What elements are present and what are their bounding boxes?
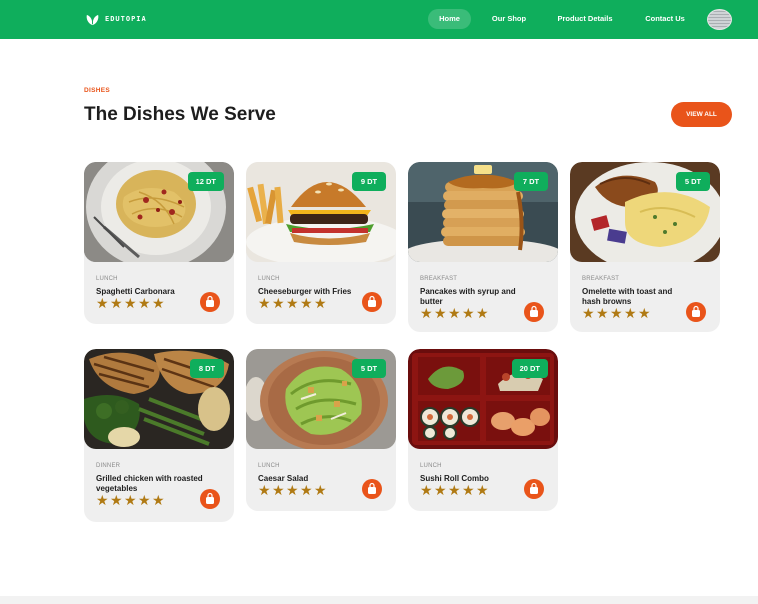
star-icon: ★ <box>152 492 165 508</box>
dish-category: LUNCH <box>96 276 118 282</box>
star-icon: ★ <box>138 492 151 508</box>
price-badge: 12 DT <box>187 172 224 191</box>
star-icon: ★ <box>286 482 299 498</box>
star-rating: ★ ★ ★ ★ ★ <box>96 492 165 508</box>
nav-contact-us[interactable]: Contact Us <box>640 9 690 29</box>
shopping-bag-icon <box>206 295 214 307</box>
top-navbar: EDUTOPIA Home Our Shop Product Details C… <box>0 0 758 39</box>
price-badge: 8 DT <box>190 359 224 378</box>
star-icon: ★ <box>258 295 271 311</box>
dish-category: DINNER <box>96 463 121 469</box>
add-to-cart-button[interactable] <box>200 292 220 312</box>
star-icon: ★ <box>124 492 137 508</box>
star-icon: ★ <box>476 305 489 321</box>
nav-our-shop[interactable]: Our Shop <box>486 9 532 29</box>
star-rating: ★ ★ ★ ★ ★ <box>582 305 651 321</box>
brand-name: EDUTOPIA <box>105 15 147 23</box>
star-rating: ★ ★ ★ ★ ★ <box>96 295 165 311</box>
dish-category: LUNCH <box>258 463 280 469</box>
section-label: DISHES <box>84 87 111 94</box>
star-icon: ★ <box>462 305 475 321</box>
star-rating: ★ ★ ★ ★ ★ <box>258 482 327 498</box>
shopping-bag-icon <box>368 482 376 494</box>
shopping-bag-icon <box>206 492 214 504</box>
star-icon: ★ <box>286 295 299 311</box>
star-rating: ★ ★ ★ ★ ★ <box>420 305 489 321</box>
add-to-cart-button[interactable] <box>686 302 706 322</box>
page-title: The Dishes We Serve <box>84 104 276 125</box>
dish-card[interactable]: 9 DT LUNCH Cheeseburger with Fries ★ ★ ★… <box>246 162 396 324</box>
price-badge: 5 DT <box>352 359 386 378</box>
add-to-cart-button[interactable] <box>362 479 382 499</box>
add-to-cart-button[interactable] <box>200 489 220 509</box>
dish-category: LUNCH <box>258 276 280 282</box>
dish-card[interactable]: 12 DT LUNCH Spaghetti Carbonara ★ ★ ★ ★ … <box>84 162 234 324</box>
star-icon: ★ <box>448 305 461 321</box>
add-to-cart-button[interactable] <box>524 302 544 322</box>
nav-home[interactable]: Home <box>428 9 471 29</box>
star-icon: ★ <box>138 295 151 311</box>
star-icon: ★ <box>300 295 313 311</box>
dish-name: Pancakes with syrup and butter <box>420 287 516 306</box>
add-to-cart-button[interactable] <box>362 292 382 312</box>
star-icon: ★ <box>476 482 489 498</box>
star-icon: ★ <box>462 482 475 498</box>
price-badge: 5 DT <box>676 172 710 191</box>
star-icon: ★ <box>448 482 461 498</box>
leaf-logo-icon <box>86 14 99 25</box>
dish-category: LUNCH <box>420 463 442 469</box>
star-icon: ★ <box>124 295 137 311</box>
star-icon: ★ <box>96 295 109 311</box>
star-icon: ★ <box>596 305 609 321</box>
nav-product-details[interactable]: Product Details <box>551 9 619 29</box>
price-badge: 20 DT <box>511 359 548 378</box>
star-icon: ★ <box>258 482 271 498</box>
shopping-bag-icon <box>368 295 376 307</box>
brand-logo[interactable]: EDUTOPIA <box>85 11 147 27</box>
star-icon: ★ <box>300 482 313 498</box>
add-to-cart-button[interactable] <box>524 479 544 499</box>
dish-card[interactable]: 8 DT DINNER Grilled chicken with roasted… <box>84 349 234 522</box>
star-icon: ★ <box>638 305 651 321</box>
shopping-bag-icon <box>692 305 700 317</box>
star-icon: ★ <box>420 305 433 321</box>
dish-category: BREAKFAST <box>582 276 620 282</box>
star-icon: ★ <box>420 482 433 498</box>
dish-name: Omelette with toast and hash browns <box>582 287 673 306</box>
footer-strip <box>0 596 758 604</box>
star-icon: ★ <box>314 482 327 498</box>
dish-category: BREAKFAST <box>420 276 458 282</box>
star-rating: ★ ★ ★ ★ ★ <box>258 295 327 311</box>
price-badge: 7 DT <box>514 172 548 191</box>
shopping-bag-icon <box>530 482 538 494</box>
star-icon: ★ <box>272 295 285 311</box>
star-icon: ★ <box>96 492 109 508</box>
user-avatar[interactable] <box>707 9 732 30</box>
dish-card[interactable]: 20 DT LUNCH Sushi Roll Combo ★ ★ ★ ★ ★ <box>408 349 558 511</box>
view-all-button[interactable]: VIEW ALL <box>671 102 732 127</box>
star-icon: ★ <box>434 482 447 498</box>
dish-card[interactable]: 5 DT LUNCH Caesar Salad ★ ★ ★ ★ ★ <box>246 349 396 511</box>
dish-card[interactable]: 5 DT BREAKFAST Omelette with toast and h… <box>570 162 720 332</box>
star-icon: ★ <box>314 295 327 311</box>
star-icon: ★ <box>624 305 637 321</box>
star-icon: ★ <box>272 482 285 498</box>
star-icon: ★ <box>110 492 123 508</box>
shopping-bag-icon <box>530 305 538 317</box>
star-icon: ★ <box>110 295 123 311</box>
dish-card[interactable]: 7 DT BREAKFAST Pancakes with syrup and b… <box>408 162 558 332</box>
star-icon: ★ <box>434 305 447 321</box>
star-icon: ★ <box>582 305 595 321</box>
star-rating: ★ ★ ★ ★ ★ <box>420 482 489 498</box>
star-icon: ★ <box>610 305 623 321</box>
star-icon: ★ <box>152 295 165 311</box>
price-badge: 9 DT <box>352 172 386 191</box>
